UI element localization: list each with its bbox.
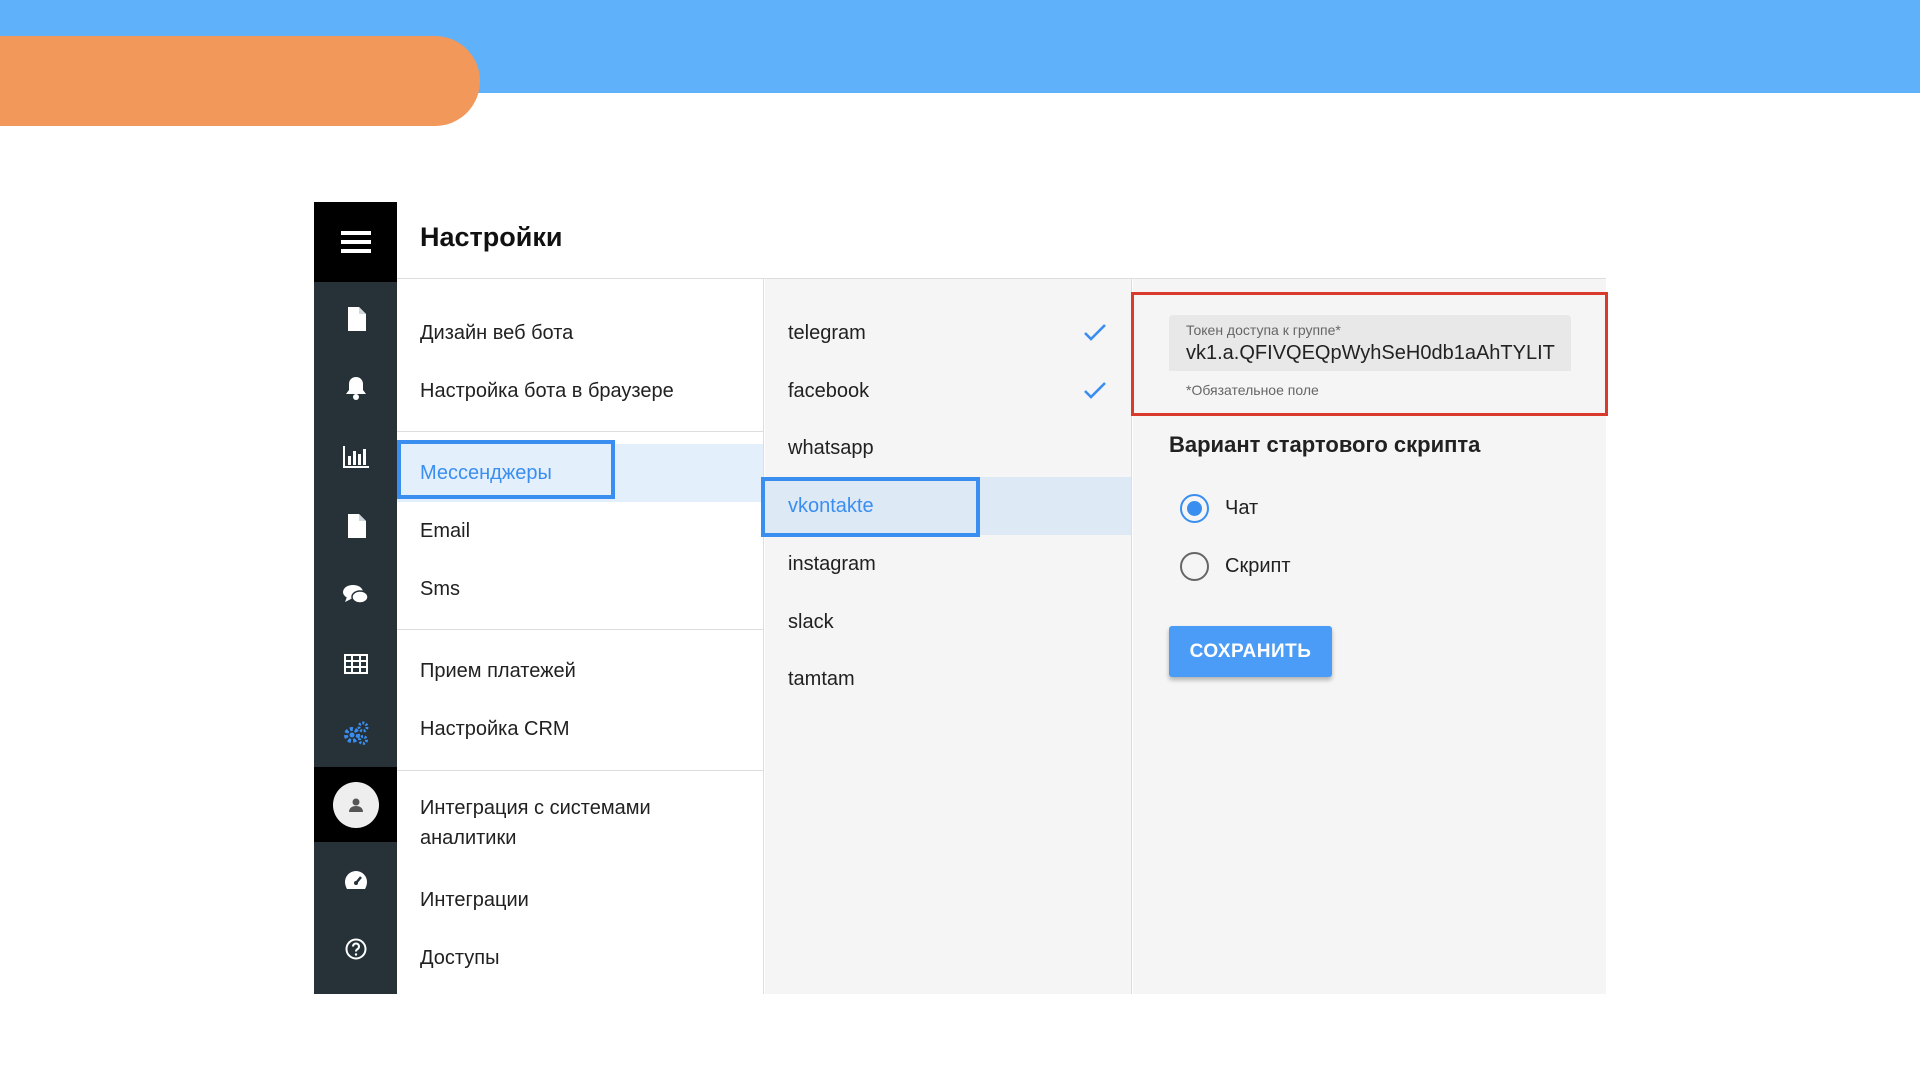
messenger-item-instagram[interactable]: instagram (765, 535, 1131, 593)
sidebar-item-notifications[interactable] (314, 353, 397, 422)
menu-item-web-bot-design[interactable]: Дизайн веб бота (397, 305, 763, 361)
menu-divider (397, 431, 763, 432)
messenger-item-facebook[interactable]: facebook (765, 362, 1131, 420)
save-button[interactable]: СОХРАНИТЬ (1169, 626, 1332, 677)
dashboard-icon (344, 870, 367, 889)
radio-label: Чат (1225, 496, 1259, 519)
sidebar-item-help[interactable] (314, 914, 397, 983)
sidebar-item-files[interactable] (314, 491, 397, 560)
menu-icon (340, 231, 371, 253)
messenger-label: instagram (788, 552, 876, 575)
sidebar-user-profile[interactable] (314, 767, 397, 842)
group-token-field[interactable]: Токен доступа к группе* vk1.a.QFIVQEQpWy… (1169, 315, 1571, 371)
start-script-title: Вариант стартового скрипта (1169, 432, 1481, 457)
radio-button (1180, 493, 1209, 523)
messenger-label: facebook (788, 379, 870, 402)
sidebar-menu-button[interactable] (314, 202, 397, 282)
sidebar (314, 202, 397, 994)
help-icon (345, 938, 366, 959)
user-avatar-icon (348, 798, 363, 812)
messenger-item-whatsapp[interactable]: whatsapp (765, 419, 1131, 477)
avatar (332, 781, 379, 828)
menu-item-sms[interactable]: Sms (397, 561, 763, 617)
sidebar-item-statistics[interactable] (314, 422, 397, 491)
sidebar-item-chats[interactable] (314, 560, 397, 629)
menu-item-messengers[interactable]: Мессенджеры (397, 444, 763, 502)
menu-item-access[interactable]: Доступы (397, 930, 763, 986)
messenger-label: vkontakte (788, 494, 874, 517)
menu-item-email[interactable]: Email (397, 503, 763, 559)
messenger-label: tamtam (788, 667, 855, 690)
table-icon (343, 653, 368, 674)
bell-icon (345, 376, 366, 400)
decorative-orange-pill (0, 36, 480, 126)
document-icon (347, 306, 366, 331)
menu-item-analytics-integration[interactable]: Интеграция с системами аналитики (397, 793, 697, 857)
messenger-item-vkontakte[interactable]: vkontakte (765, 477, 1131, 535)
check-icon (1084, 382, 1106, 399)
menu-item-payments[interactable]: Прием платежей (397, 643, 763, 699)
check-icon (1084, 324, 1106, 341)
messenger-item-slack[interactable]: slack (765, 593, 1131, 651)
bar-chart-icon (342, 445, 369, 468)
vkontakte-settings-form: Токен доступа к группе* vk1.a.QFIVQEQpWy… (1131, 279, 1608, 994)
sidebar-item-documents[interactable] (314, 284, 397, 353)
token-field-label: Токен доступа к группе* (1186, 322, 1341, 338)
radio-option-chat[interactable]: Чат (1180, 492, 1258, 524)
settings-menu: Дизайн веб бота Настройка бота в браузер… (397, 279, 764, 994)
page-title: Настройки (420, 222, 563, 252)
settings-gears-icon (343, 721, 368, 745)
file-icon (347, 513, 366, 538)
messenger-item-tamtam[interactable]: tamtam (765, 650, 1131, 708)
radio-option-script[interactable]: Скрипт (1180, 550, 1290, 582)
messenger-label: slack (788, 610, 834, 633)
menu-item-crm-settings[interactable]: Настройка CRM (397, 701, 763, 757)
token-field-value: vk1.a.QFIVQEQpWyhSeH0db1aAhTYLITT (1186, 342, 1555, 364)
messenger-label: telegram (788, 321, 866, 344)
settings-app: Настройки Дизайн веб бота Настройка бота… (314, 202, 1608, 994)
messenger-label: whatsapp (788, 436, 874, 459)
menu-divider (397, 629, 763, 630)
menu-item-integrations[interactable]: Интеграции (397, 872, 763, 928)
menu-divider (397, 770, 763, 771)
radio-label: Скрипт (1225, 554, 1291, 577)
messenger-list: telegram facebook whatsapp vkontakte ins… (765, 279, 1132, 994)
sidebar-item-settings[interactable] (314, 698, 397, 767)
messenger-item-telegram[interactable]: telegram (765, 304, 1131, 362)
chat-icon (342, 584, 369, 604)
sidebar-item-tables[interactable] (314, 629, 397, 698)
radio-button (1180, 551, 1209, 581)
menu-item-browser-bot-settings[interactable]: Настройка бота в браузере (397, 363, 763, 419)
required-field-hint: *Обязательное поле (1186, 382, 1319, 398)
radio-dot (1187, 500, 1202, 516)
sidebar-item-dashboard[interactable] (314, 845, 397, 914)
